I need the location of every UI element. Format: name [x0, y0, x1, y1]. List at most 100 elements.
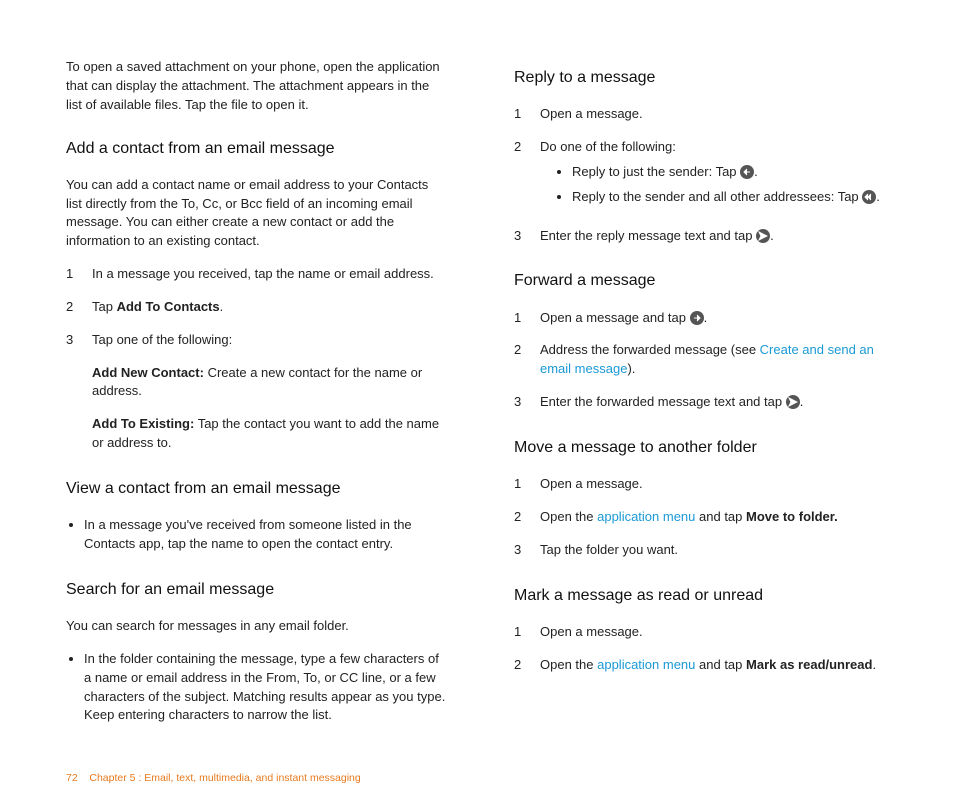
reply-icon: [740, 165, 754, 179]
step-number: 3: [514, 227, 540, 246]
list-item: Reply to just the sender: Tap .: [572, 163, 894, 182]
option-paragraph: Add To Existing: Tap the contact you wan…: [92, 415, 446, 453]
step-body: Open the application menu and tap Mark a…: [540, 656, 894, 675]
step-number: 1: [514, 105, 540, 124]
mark-steps: 1 Open a message. 2 Open the application…: [514, 623, 894, 675]
step-text: Open a message and tap: [540, 310, 690, 325]
link-application-menu[interactable]: application menu: [597, 509, 695, 524]
sub-text: .: [754, 164, 758, 179]
forward-steps: 1 Open a message and tap . 2 Address the…: [514, 309, 894, 412]
bold-text: Add New Contact:: [92, 365, 204, 380]
search-desc: You can search for messages in any email…: [66, 617, 446, 636]
step-number: 3: [66, 331, 92, 453]
heading-view-contact: View a contact from an email message: [66, 477, 446, 500]
step-number: 1: [66, 265, 92, 284]
list-item: 2 Open the application menu and tap Move…: [514, 508, 894, 527]
step-body: Tap Add To Contacts.: [92, 298, 446, 317]
step-text: ).: [627, 361, 635, 376]
step-body: Enter the reply message text and tap .: [540, 227, 894, 246]
search-list: In the folder containing the message, ty…: [66, 650, 446, 725]
left-column: To open a saved attachment on your phone…: [66, 58, 446, 731]
add-contact-steps: 1 In a message you received, tap the nam…: [66, 265, 446, 453]
step-text: and tap: [695, 509, 746, 524]
list-item: 3 Enter the forwarded message text and t…: [514, 393, 894, 412]
add-contact-desc: You can add a contact name or email addr…: [66, 176, 446, 251]
bold-text: Add To Contacts: [117, 299, 220, 314]
step-number: 2: [514, 508, 540, 527]
list-item: In the folder containing the message, ty…: [84, 650, 446, 725]
list-item: 2 Open the application menu and tap Mark…: [514, 656, 894, 675]
step-number: 1: [514, 475, 540, 494]
step-number: 1: [514, 623, 540, 642]
heading-search: Search for an email message: [66, 578, 446, 601]
list-item: 2 Tap Add To Contacts.: [66, 298, 446, 317]
step-body: Open a message.: [540, 105, 894, 124]
list-item: 1 Open a message.: [514, 623, 894, 642]
page-number: 72: [66, 772, 78, 784]
option-paragraph: Add New Contact: Create a new contact fo…: [92, 364, 446, 402]
step-body: Address the forwarded message (see Creat…: [540, 341, 894, 379]
list-item: 2 Address the forwarded message (see Cre…: [514, 341, 894, 379]
reply-sub-list: Reply to just the sender: Tap . Reply to…: [554, 163, 894, 207]
step-number: 3: [514, 393, 540, 412]
list-item: 2 Do one of the following: Reply to just…: [514, 138, 894, 213]
step-text: Enter the reply message text and tap: [540, 228, 756, 243]
heading-forward: Forward a message: [514, 269, 894, 292]
list-item: 1 Open a message.: [514, 475, 894, 494]
step-text: .: [704, 310, 708, 325]
step-text: and tap: [695, 657, 746, 672]
bold-text: Mark as read/unread: [746, 657, 872, 672]
step-body: Open a message and tap .: [540, 309, 894, 328]
heading-add-contact: Add a contact from an email message: [66, 137, 446, 160]
list-item: 3 Tap the folder you want.: [514, 541, 894, 560]
step-body: Open a message.: [540, 475, 894, 494]
list-item: Reply to the sender and all other addres…: [572, 188, 894, 207]
send-icon: [756, 229, 770, 243]
step-body: Tap one of the following: Add New Contac…: [92, 331, 446, 453]
step-body: In a message you received, tap the name …: [92, 265, 446, 284]
step-body: Tap the folder you want.: [540, 541, 894, 560]
link-application-menu[interactable]: application menu: [597, 657, 695, 672]
step-text: .: [800, 394, 804, 409]
page: To open a saved attachment on your phone…: [0, 0, 954, 738]
step-text: .: [220, 299, 224, 314]
list-item: 1 Open a message and tap .: [514, 309, 894, 328]
list-item: 3 Tap one of the following: Add New Cont…: [66, 331, 446, 453]
bold-text: Add To Existing:: [92, 416, 194, 431]
list-item: 3 Enter the reply message text and tap .: [514, 227, 894, 246]
step-text: .: [872, 657, 876, 672]
forward-icon: [690, 311, 704, 325]
step-text: Tap one of the following:: [92, 332, 232, 347]
step-body: Open the application menu and tap Move t…: [540, 508, 894, 527]
intro-text: To open a saved attachment on your phone…: [66, 58, 446, 115]
bold-text: Move to folder.: [746, 509, 838, 524]
step-text: Do one of the following:: [540, 139, 676, 154]
send-icon: [786, 395, 800, 409]
step-text: Tap: [92, 299, 117, 314]
sub-text: Reply to just the sender: Tap: [572, 164, 740, 179]
step-number: 2: [514, 656, 540, 675]
sub-text: .: [876, 189, 880, 204]
reply-steps: 1 Open a message. 2 Do one of the follow…: [514, 105, 894, 245]
reply-all-icon: [862, 190, 876, 204]
heading-reply: Reply to a message: [514, 66, 894, 89]
step-text: Open the: [540, 657, 597, 672]
view-contact-list: In a message you've received from someon…: [66, 516, 446, 554]
step-body: Open a message.: [540, 623, 894, 642]
heading-move: Move a message to another folder: [514, 436, 894, 459]
step-text: Address the forwarded message (see: [540, 342, 760, 357]
step-body: Do one of the following: Reply to just t…: [540, 138, 894, 213]
heading-mark: Mark a message as read or unread: [514, 584, 894, 607]
step-number: 2: [514, 341, 540, 379]
step-text: Open the: [540, 509, 597, 524]
list-item: 1 Open a message.: [514, 105, 894, 124]
list-item: 1 In a message you received, tap the nam…: [66, 265, 446, 284]
page-footer: 72 Chapter 5 : Email, text, multimedia, …: [66, 771, 894, 786]
step-text: .: [770, 228, 774, 243]
chapter-label: Chapter 5 : Email, text, multimedia, and…: [89, 772, 360, 784]
content-columns: To open a saved attachment on your phone…: [66, 58, 894, 731]
sub-text: Reply to the sender and all other addres…: [572, 189, 862, 204]
step-number: 2: [66, 298, 92, 317]
step-number: 1: [514, 309, 540, 328]
step-number: 2: [514, 138, 540, 213]
